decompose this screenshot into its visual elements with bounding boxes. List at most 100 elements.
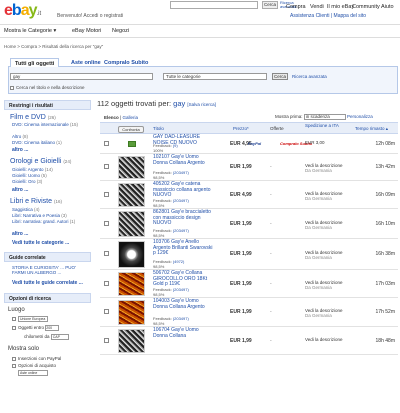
result-row[interactable]: 103706 Gay'e Anello Argento Brillanti Sw… (100, 239, 398, 270)
item-thumbnail[interactable] (118, 183, 145, 207)
feedback-score-link[interactable]: (203497) (173, 198, 189, 203)
checkbox-icon[interactable] (12, 363, 16, 368)
feedback-score-link[interactable]: (9) (173, 143, 178, 148)
feedback-score-link[interactable]: (203497) (173, 170, 189, 175)
advanced-search-link[interactable]: Ricerca avanzata (292, 74, 327, 79)
result-row[interactable]: 506702 Gay'e Collana GIROCOLLO ORO 18Kt … (100, 270, 398, 298)
compare-button[interactable]: Confronta (118, 126, 144, 133)
related-guide-link[interactable]: STORIA E CURIOSITA' ... PUO' FARMI UN AL… (12, 265, 88, 275)
result-row[interactable]: 104003 Gay'e Uomo Donna Collana Argento F… (100, 298, 398, 327)
all-guides-link[interactable]: Vedi tutte le guide correlate ... (12, 280, 83, 286)
item-thumbnail[interactable] (118, 211, 145, 237)
tab-auctions[interactable]: Aste online (67, 58, 105, 67)
sidebar-item[interactable]: Gioielli: Oro (3) (12, 179, 88, 184)
welcome-text[interactable]: Benvenuto! Accedi o registrati (57, 13, 123, 19)
column-price[interactable]: Prezzo* (233, 126, 249, 131)
compare-checkbox[interactable] (104, 141, 109, 146)
sidebar-item[interactable]: Libri: Narrativa e Poesia (3) (12, 213, 88, 218)
nav-sell[interactable]: Vendi (310, 4, 324, 10)
location-select[interactable]: Unione Europea (18, 316, 48, 322)
category-books-magazines[interactable]: Libri e Riviste (16) (10, 198, 62, 205)
paypal-option[interactable]: Inserzioni con PayPal (12, 356, 61, 361)
ebay-motors-link[interactable]: eBay Motori (72, 28, 101, 34)
location-option[interactable]: Unione Europea (12, 316, 48, 322)
all-categories-link[interactable]: Vedi tutte le categorie ... (12, 240, 69, 246)
customize-link[interactable]: Personalizza (347, 114, 373, 119)
item-thumbnail[interactable] (118, 300, 145, 325)
ebay-logo[interactable]: ebay.it (4, 2, 41, 23)
show-categories-menu[interactable]: Mostra le Categorie ▾ (4, 28, 56, 34)
sidebar-item[interactable]: DVD: Cinema italiano (1) (12, 140, 88, 145)
feedback-score-link[interactable]: (203497) (173, 316, 189, 321)
sidebar-item[interactable]: Altro (8) (12, 134, 88, 139)
result-row[interactable]: 102107 Gay'e Uomo Donna Collana Argento F… (100, 154, 398, 181)
compare-checkbox[interactable] (104, 221, 109, 226)
sidebar-item[interactable]: DVD: Cinema internazionale (15) (12, 122, 88, 127)
compare-checkbox[interactable] (104, 192, 109, 197)
checkbox-icon[interactable] (12, 356, 16, 361)
breadcrumb[interactable]: Home > Compra > Risultati della ricerca … (4, 44, 103, 49)
category-select[interactable]: Tutte le categorie (163, 73, 267, 80)
checkbox-icon[interactable] (10, 85, 14, 90)
stores-link[interactable]: Negozi (112, 28, 129, 34)
buy-option-select[interactable]: Aste online (18, 370, 48, 376)
header-search-input[interactable] (170, 1, 258, 9)
item-title-link[interactable]: 506702 Gay'e Collana GIROCOLLO ORO 18Kt … (153, 270, 213, 288)
compare-checkbox[interactable] (104, 251, 109, 256)
distance-select[interactable]: 200 (45, 325, 60, 331)
nav-buy[interactable]: Compra (286, 4, 306, 10)
nav-help[interactable]: Aiuto (381, 4, 394, 10)
view-gallery-link[interactable]: Galleria (122, 115, 138, 120)
zip-input[interactable]: CAP (50, 334, 69, 340)
compare-checkbox[interactable] (104, 338, 109, 343)
search-description-option[interactable]: Cerca nel titolo e nella descrizione (10, 85, 85, 90)
feedback-score-link[interactable]: (203497) (173, 228, 189, 233)
result-row[interactable]: 405202 Gay'e catena massiccio collana ar… (100, 181, 398, 209)
distance-option[interactable]: Oggetti entro 200 (12, 325, 60, 331)
item-thumbnail[interactable] (118, 272, 145, 296)
item-thumbnail[interactable] (118, 156, 145, 179)
item-title-link[interactable]: 862801 Gay'e braccialetto con massiccio … (153, 209, 213, 227)
nav-community[interactable]: Community (352, 4, 380, 10)
sidebar-item[interactable]: Gioielli: Uomo (5) (12, 173, 88, 178)
feedback-score-link[interactable]: (4972) (173, 259, 185, 264)
nav-my-ebay[interactable]: Il mio eBay (327, 4, 354, 10)
result-row[interactable]: 862801 Gay'e braccialetto con massiccio … (100, 209, 398, 239)
sidebar-item[interactable]: Libri: narrativa: grand. Autori (1) (12, 219, 88, 224)
sidebar-item[interactable]: Saggistica (4) (12, 207, 88, 212)
buy-option[interactable]: Opzioni di acquisto (12, 363, 56, 368)
feedback-score-link[interactable]: (203497) (173, 287, 189, 292)
item-title-link[interactable]: 106704 Gay'e Uomo Donna Collana (153, 327, 213, 339)
item-title-link[interactable]: 102107 Gay'e Uomo Donna Collana Argento (153, 154, 213, 166)
result-row[interactable]: GAY DAD-LEASURE NOISE CD NUOVO Feedback: … (100, 134, 398, 154)
sidebar-item[interactable]: Gioielli: Argento (14) (12, 167, 88, 172)
compare-checkbox[interactable] (104, 164, 109, 169)
item-thumbnail[interactable] (118, 329, 145, 353)
save-search-link[interactable]: [Salva ricerca] (187, 102, 216, 107)
sort-select[interactable]: in scadenza (303, 114, 346, 120)
column-time-left[interactable]: Tempo rimasto ▴ (355, 126, 388, 131)
checkbox-icon[interactable] (12, 326, 16, 330)
column-shipping[interactable]: Spedizione a ITA (305, 123, 347, 128)
more-link[interactable]: altro ... (12, 187, 28, 193)
tab-buy-it-now[interactable]: Compralo Subito (100, 58, 152, 67)
view-list-option[interactable]: Elenco (104, 115, 119, 120)
search-input[interactable]: gay (10, 73, 153, 80)
tab-all-items[interactable]: Tutti gli oggetti (10, 58, 60, 67)
help-links[interactable]: Assistenza Clienti | Mappa del sito (290, 13, 366, 19)
compare-checkbox[interactable] (104, 309, 109, 314)
header-search-button[interactable]: Cerca (262, 1, 278, 9)
result-row[interactable]: 106704 Gay'e Uomo Donna Collana EUR 1,99 -… (100, 327, 398, 355)
item-title-link[interactable]: 405202 Gay'e catena massiccio collana ar… (153, 181, 213, 199)
more-link[interactable]: altro ... (12, 147, 28, 153)
compare-checkbox[interactable] (104, 281, 109, 286)
checkbox-icon[interactable] (12, 317, 16, 321)
item-title-link[interactable]: 103706 Gay'e Anello Argento Brillanti Sw… (153, 239, 213, 257)
column-title[interactable]: Titolo (153, 126, 164, 131)
search-button[interactable]: Cerca (272, 73, 288, 80)
item-title-link[interactable]: 104003 Gay'e Uomo Donna Collana Argento (153, 298, 213, 310)
more-link[interactable]: altro ... (12, 231, 28, 237)
category-watches-jewelry[interactable]: Orologi e Gioielli (24) (10, 158, 71, 165)
category-film-dvd[interactable]: Film e DVD (26) (10, 114, 56, 121)
item-thumbnail[interactable] (118, 241, 145, 268)
